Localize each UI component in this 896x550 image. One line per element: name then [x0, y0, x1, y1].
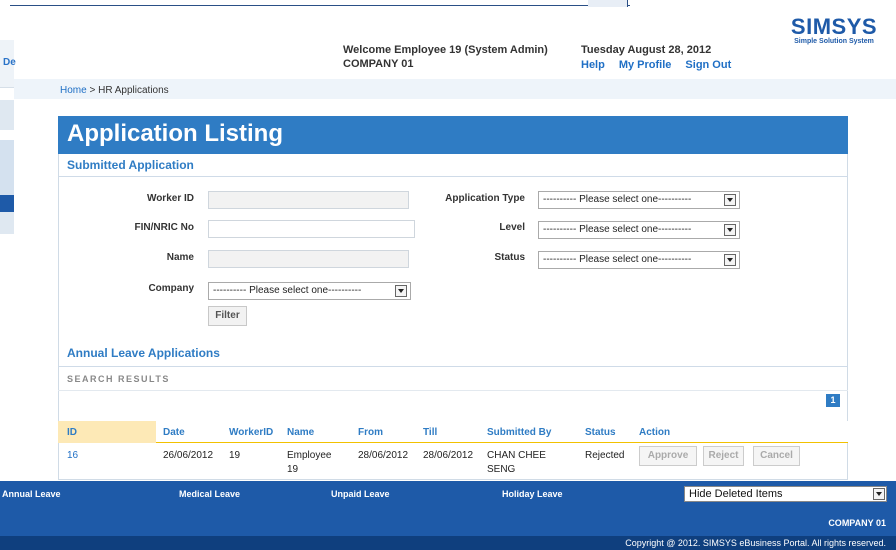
page-title-bar: Application Listing: [58, 116, 848, 154]
worker-id-label: Worker ID: [146, 193, 194, 204]
row-submitted-by: CHAN CHEE SENG: [487, 449, 546, 477]
row-status: Rejected: [585, 450, 625, 461]
left-ghost-band: [0, 140, 14, 195]
sign-out-link[interactable]: Sign Out: [685, 58, 731, 72]
column-header-till[interactable]: Till: [423, 427, 437, 438]
page-title: Application Listing: [67, 120, 283, 147]
level-label: Level: [499, 222, 525, 233]
date-and-links: Tuesday August 28, 2012 Help My Profile …: [581, 43, 731, 72]
search-results-label: SEARCH RESULTS: [67, 374, 170, 384]
name-label: Name: [166, 252, 194, 263]
nav-unpaid-leave[interactable]: Unpaid Leave: [331, 489, 390, 499]
top-divider: [10, 5, 630, 6]
status-select-value: ---------- Please select one----------: [543, 254, 692, 265]
row-name-line1: Employee: [287, 450, 332, 461]
company-select[interactable]: ---------- Please select one----------: [208, 282, 411, 300]
logo-mark: SIMSYS: [790, 14, 878, 39]
footer: Copyright @ 2012. SIMSYS eBusiness Porta…: [0, 536, 896, 550]
row-submitted-line2: SENG: [487, 464, 516, 475]
copyright-text: Copyright @ 2012. SIMSYS eBusiness Porta…: [625, 538, 886, 548]
chevron-down-icon[interactable]: [724, 194, 736, 206]
company-name: COMPANY 01: [343, 58, 414, 70]
section-divider: [58, 176, 848, 177]
left-ghost-item: De: [0, 40, 16, 88]
column-header-date[interactable]: Date: [163, 427, 185, 438]
chevron-down-icon[interactable]: [724, 254, 736, 266]
section-title: Submitted Application: [67, 158, 194, 172]
row-submitted-line1: CHAN CHEE: [487, 450, 546, 461]
reject-button[interactable]: Reject: [703, 446, 744, 466]
welcome-text: Welcome Employee 19 (System Admin): [343, 44, 548, 56]
cancel-button[interactable]: Cancel: [753, 446, 800, 466]
browser-top-strip: [0, 0, 896, 8]
application-type-select[interactable]: ---------- Please select one----------: [538, 191, 740, 209]
row-name: Employee 19: [287, 449, 331, 477]
left-ghost-label: De: [3, 57, 16, 68]
application-type-value: ---------- Please select one----------: [543, 194, 692, 205]
help-link[interactable]: Help: [581, 58, 605, 72]
nav-medical-leave[interactable]: Medical Leave: [179, 489, 240, 499]
welcome-block: Welcome Employee 19 (System Admin) COMPA…: [343, 43, 548, 71]
current-date: Tuesday August 28, 2012: [581, 44, 712, 56]
left-ghost-band: [0, 195, 14, 212]
approve-button[interactable]: Approve: [639, 446, 697, 466]
results-divider: [58, 366, 848, 367]
chevron-down-icon[interactable]: [724, 224, 736, 236]
header-links: Help My Profile Sign Out: [581, 58, 731, 72]
row-name-line2: 19: [287, 464, 299, 475]
filter-button[interactable]: Filter: [208, 306, 247, 326]
status-label: Status: [494, 252, 525, 263]
column-header-status[interactable]: Status: [585, 427, 616, 438]
application-type-label: Application Type: [445, 193, 525, 204]
fin-nric-label: FIN/NRIC No: [134, 222, 194, 233]
page-number-button[interactable]: 1: [826, 394, 840, 407]
row-date: 26/06/2012: [163, 450, 214, 461]
breadcrumb-current: HR Applications: [98, 85, 169, 96]
worker-id-field[interactable]: [208, 191, 409, 209]
chevron-down-icon[interactable]: [395, 285, 407, 297]
column-header-action: Action: [639, 427, 671, 438]
row-from: 28/06/2012: [358, 450, 409, 461]
company-select-value: ---------- Please select one----------: [213, 285, 362, 296]
column-header-from[interactable]: From: [358, 427, 383, 438]
results-section-title: Annual Leave Applications: [67, 346, 220, 360]
row-till: 28/06/2012: [423, 450, 474, 461]
left-ghost-band: [0, 100, 14, 130]
my-profile-link[interactable]: My Profile: [619, 58, 672, 72]
breadcrumb: Home > HR Applications: [60, 85, 169, 96]
row-id-link[interactable]: 16: [67, 449, 78, 463]
level-select[interactable]: ---------- Please select one----------: [538, 221, 740, 239]
top-tab-stub: [588, 0, 628, 7]
footer-company: COMPANY 01: [828, 518, 886, 528]
company-label: Company: [148, 283, 194, 294]
left-background-panel: De: [0, 40, 16, 240]
column-header-name[interactable]: Name: [287, 427, 314, 438]
column-header-submitted-by[interactable]: Submitted By: [487, 427, 551, 438]
logo-tagline: Simple Solution System: [794, 38, 874, 45]
hide-deleted-value: Hide Deleted Items: [689, 488, 783, 500]
search-results-divider: [58, 390, 848, 391]
status-select[interactable]: ---------- Please select one----------: [538, 251, 740, 269]
row-worker-id: 19: [229, 450, 241, 461]
breadcrumb-separator: >: [86, 85, 99, 96]
nav-holiday-leave[interactable]: Holiday Leave: [502, 489, 563, 499]
level-select-value: ---------- Please select one----------: [543, 224, 692, 235]
simsys-logo[interactable]: SIMSYS Simple Solution System: [784, 14, 884, 45]
left-ghost-band: [0, 212, 14, 234]
nav-annual-leave[interactable]: Annual Leave: [2, 489, 61, 499]
chevron-down-icon[interactable]: [873, 488, 885, 500]
name-field[interactable]: [208, 250, 409, 268]
column-header-workerid[interactable]: WorkerID: [229, 427, 273, 438]
breadcrumb-home[interactable]: Home: [60, 85, 87, 96]
hide-deleted-select[interactable]: Hide Deleted Items: [684, 486, 887, 502]
fin-nric-input[interactable]: [208, 220, 415, 238]
column-header-id[interactable]: ID: [67, 427, 77, 438]
